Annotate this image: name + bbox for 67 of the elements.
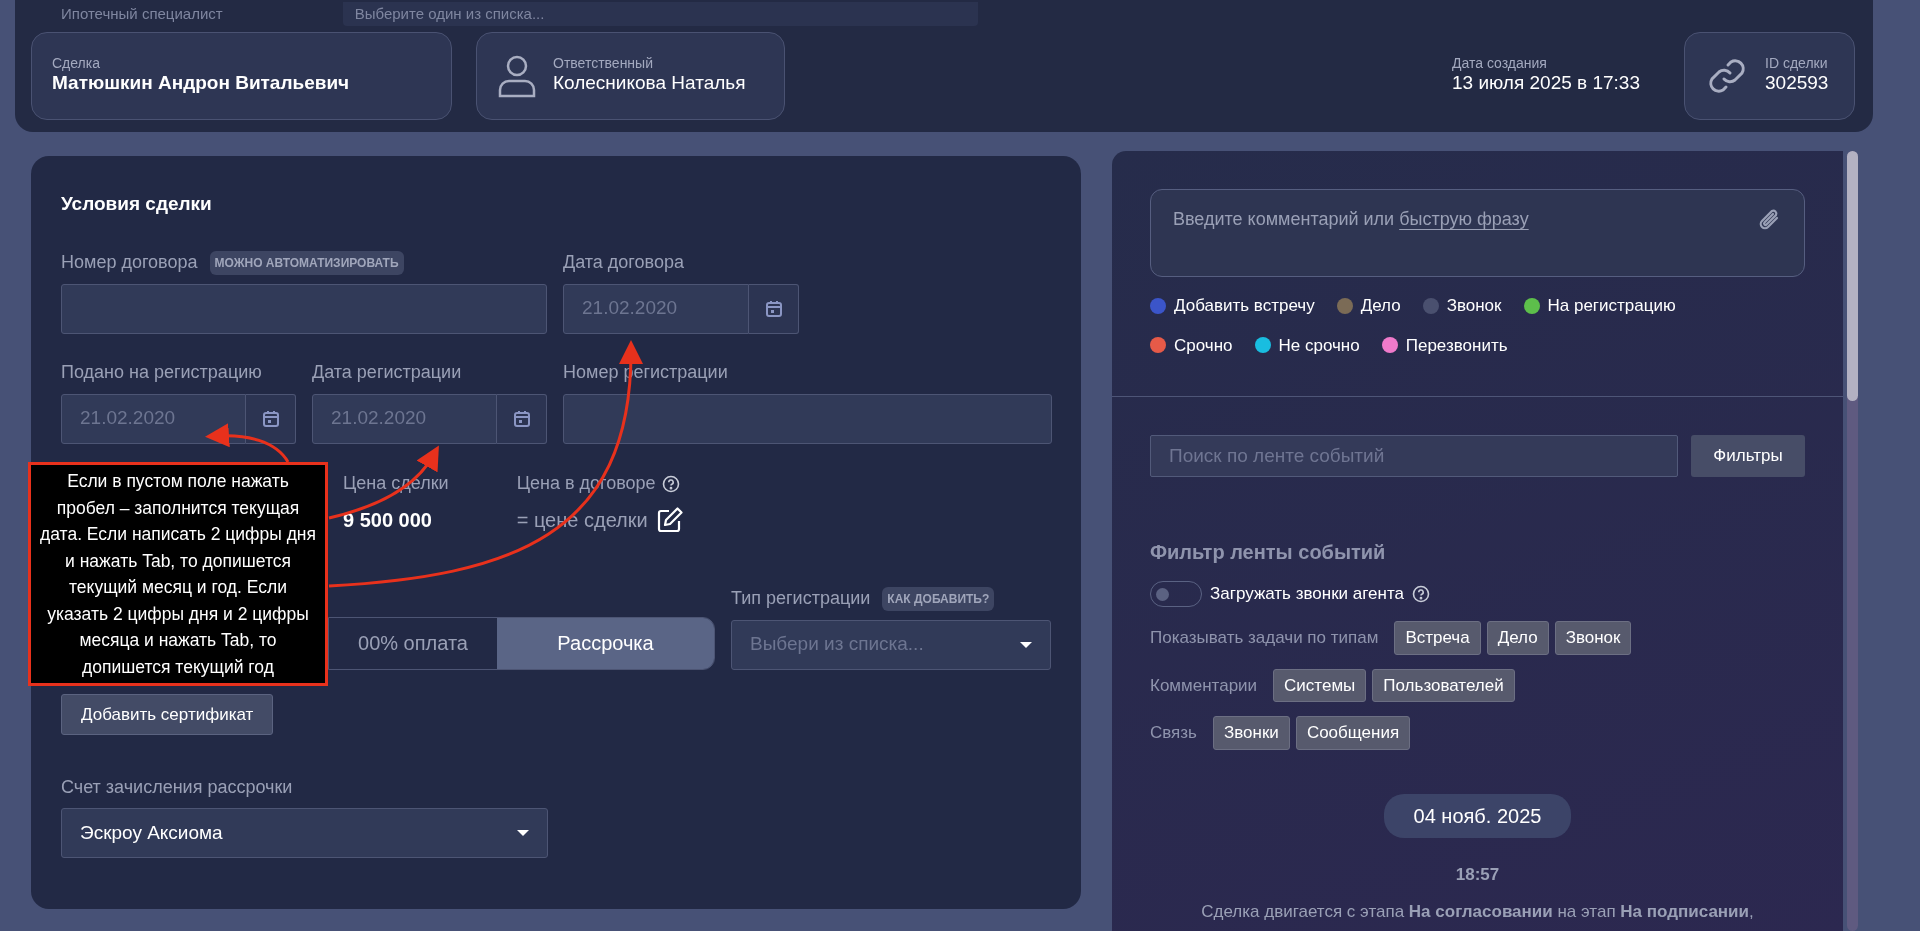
payment-option[interactable]: Рассрочка — [497, 617, 714, 669]
calendar-button[interactable] — [497, 393, 547, 444]
filters-button[interactable]: Фильтры — [1691, 435, 1805, 477]
filter-chip[interactable]: Системы — [1273, 668, 1367, 702]
responsible-name: Колесникова Наталья — [553, 71, 746, 96]
field-label: Тип регистрации — [731, 587, 871, 610]
caret-icon — [517, 830, 529, 836]
section-title: Условия сделки — [61, 192, 213, 216]
date-pill: 04 нояб. 2025 — [1383, 793, 1572, 838]
select-value: Эскроу Аксиома — [80, 820, 223, 845]
hint-badge: КАК ДОБАВИТЬ? — [882, 586, 995, 611]
input-field[interactable] — [61, 283, 547, 334]
comment-placeholder: Введите комментарий или — [1173, 209, 1395, 229]
add-certificate-button[interactable]: Добавить сертификат — [61, 693, 274, 735]
field-label: Ипотечный специалист — [61, 3, 223, 24]
created-date: 13 июля 2025 в 17:33 — [1452, 71, 1640, 96]
legend-label[interactable]: Срочно — [1174, 332, 1233, 358]
toggle-label: Загружать звонки агента — [1210, 583, 1404, 606]
help-icon — [661, 474, 680, 493]
select-field[interactable]: Эскроу Аксиома — [61, 808, 548, 858]
select-field[interactable]: Выберите один из списка... — [342, 2, 978, 26]
deal-id: 302593 — [1765, 71, 1829, 96]
legend-label[interactable]: Не срочно — [1278, 332, 1360, 358]
legend-label[interactable]: Звонок — [1446, 293, 1502, 319]
field-label: Счет зачисления рассрочки — [61, 775, 293, 799]
edit-icon[interactable] — [655, 505, 684, 534]
field-label: Дата регистрации — [312, 361, 462, 384]
person-icon — [497, 54, 537, 98]
filter-label: Показывать задачи по типам — [1150, 627, 1379, 649]
legend-label[interactable]: Дело — [1360, 293, 1401, 319]
calendar-button[interactable] — [246, 393, 296, 444]
legend-label[interactable]: Перезвонить — [1405, 332, 1508, 358]
select-placeholder: Выбери из списка... — [750, 632, 924, 657]
comment-field[interactable]: Введите комментарий или быструю фразу — [1150, 189, 1805, 277]
calendar-button[interactable] — [749, 283, 799, 334]
card-label: Ответственный — [553, 55, 654, 72]
legend-label[interactable]: Добавить встречу — [1174, 293, 1315, 319]
event-time: 18:57 — [1454, 863, 1501, 886]
created-label: Дата создания — [1452, 55, 1548, 72]
input-field[interactable] — [563, 393, 1052, 444]
calendar-icon — [261, 409, 280, 428]
hint-tooltip: Если в пустом поле нажать пробел – заполнится текущая дата. Если написать 2 цифры дня и нажать Tab, то допишется текущий месяц и год. Если указать 2 цифры дня и 2 цифры месяца и нажать Tab, то допишется текущий год — [28, 462, 328, 686]
filter-chip[interactable]: Звонок — [1554, 621, 1632, 655]
field-label: Номер договора — [61, 251, 198, 274]
card-label: Сделка — [52, 55, 101, 72]
filter-chip[interactable]: Пользователей — [1372, 668, 1515, 702]
filter-label: Связь — [1150, 722, 1197, 744]
quick-phrase-link[interactable]: быструю фразу — [1399, 209, 1529, 229]
filter-title: Фильтр ленты событий — [1150, 540, 1387, 565]
field-label: Подано на регистрацию — [61, 361, 262, 384]
card-label: ID сделки — [1765, 55, 1829, 72]
filter-chip[interactable]: Звонки — [1213, 716, 1290, 750]
filter-chip[interactable]: Дело — [1486, 621, 1549, 655]
payment-option[interactable]: 00% оплата — [329, 617, 497, 669]
filter-label: Комментарии — [1150, 674, 1258, 697]
event-text: Сделка двигается с этапа На согласовании на этап На подписании, — [1200, 901, 1755, 923]
hint-badge: МОЖНО АВТОМАТИЗИРОВАТЬ — [209, 250, 404, 275]
calendar-icon — [512, 409, 531, 428]
filter-chip[interactable]: Встреча — [1394, 621, 1481, 655]
help-icon — [1412, 585, 1430, 603]
scrollbar[interactable] — [1847, 151, 1858, 931]
field-label: Дата договора — [563, 251, 684, 274]
calendar-icon — [764, 299, 783, 318]
legend-label[interactable]: На регистрацию — [1547, 293, 1676, 319]
caret-icon — [1020, 641, 1032, 648]
deal-name: Матюшкин Андрон Витальевич — [52, 71, 350, 96]
filter-chip[interactable]: Сообщения — [1295, 716, 1411, 750]
